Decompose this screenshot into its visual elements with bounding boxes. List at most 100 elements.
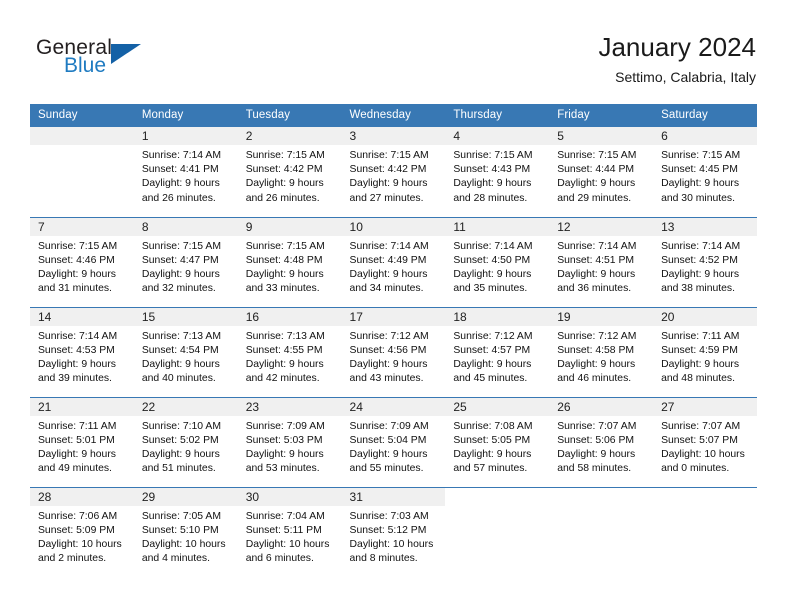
day-details: Sunrise: 7:12 AM Sunset: 4:57 PM Daylight:… [445, 326, 549, 387]
daylight-duration-line1: Daylight: 9 hours [453, 178, 532, 190]
daylight-duration-line2: and 43 minutes. [349, 373, 424, 385]
calendar-day-cell[interactable]: 20 Sunrise: 7:11 AM Sunset: 4:59 PM Dayligh… [653, 306, 757, 397]
daylight-duration-line1: Daylight: 9 hours [245, 268, 324, 280]
day-number: 24 [341, 397, 446, 416]
calendar-day-cell[interactable]: 19 Sunrise: 7:12 AM Sunset: 4:58 PM Dayligh… [549, 306, 654, 397]
calendar-day-cell[interactable]: 1 Sunrise: 7:14 AM Sunset: 4:41 PM Daylight… [133, 127, 238, 217]
sunrise-time: Sunrise: 7:15 AM [661, 150, 741, 161]
calendar-day-cell[interactable]: 16 Sunrise: 7:13 AM Sunset: 4:55 PM Dayligh… [237, 306, 342, 397]
calendar-day-cell[interactable]: 14 Sunrise: 7:14 AM Sunset: 4:53 PM Dayligh… [30, 306, 134, 397]
daylight-duration-line2: and 58 minutes. [557, 463, 632, 475]
day-details: Sunrise: 7:12 AM Sunset: 4:58 PM Daylight:… [549, 326, 653, 387]
sunset-time: Sunset: 4:45 PM [661, 164, 738, 176]
day-details: Sunrise: 7:14 AM Sunset: 4:52 PM Daylight:… [653, 236, 757, 297]
sunrise-time: Sunrise: 7:15 AM [245, 240, 325, 252]
calendar-day-cell[interactable]: 5 Sunrise: 7:15 AM Sunset: 4:44 PM Daylight… [549, 127, 654, 217]
sunset-time: Sunset: 4:58 PM [557, 344, 635, 356]
sunrise-time: Sunrise: 7:04 AM [245, 510, 325, 522]
sunrise-time: Sunrise: 7:15 AM [453, 150, 533, 161]
day-number [653, 487, 757, 506]
daylight-duration-line2: and 6 minutes. [245, 553, 314, 565]
day-number: 30 [237, 487, 342, 506]
day-details: Sunrise: 7:09 AM Sunset: 5:04 PM Daylight:… [342, 416, 446, 477]
calendar-day-cell[interactable]: 3 Sunrise: 7:15 AM Sunset: 4:42 PM Daylight… [341, 127, 446, 217]
calendar-empty-cell [549, 486, 654, 577]
calendar-day-cell[interactable]: 6 Sunrise: 7:15 AM Sunset: 4:45 PM Daylight… [653, 127, 757, 217]
day-details: Sunrise: 7:15 AM Sunset: 4:47 PM Daylight:… [134, 236, 238, 297]
sunset-time: Sunset: 4:49 PM [349, 254, 427, 266]
sunset-time: Sunset: 4:52 PM [661, 254, 738, 266]
calendar-day-cell[interactable]: 29 Sunrise: 7:05 AM Sunset: 5:10 PM Dayligh… [133, 486, 238, 577]
sunset-time: Sunset: 4:53 PM [38, 344, 115, 356]
daylight-duration-line1: Daylight: 9 hours [453, 268, 532, 280]
calendar-day-cell[interactable]: 12 Sunrise: 7:14 AM Sunset: 4:51 PM Dayligh… [549, 216, 654, 307]
day-number: 20 [653, 307, 757, 326]
day-details: Sunrise: 7:11 AM Sunset: 5:01 PM Daylight:… [30, 416, 134, 477]
daylight-duration-line1: Daylight: 9 hours [453, 448, 532, 460]
calendar-day-cell[interactable]: 27 Sunrise: 7:07 AM Sunset: 5:07 PM Dayligh… [653, 396, 757, 487]
calendar-day-cell[interactable]: 31 Sunrise: 7:03 AM Sunset: 5:12 PM Dayligh… [341, 486, 446, 577]
daylight-duration-line1: Daylight: 9 hours [245, 448, 324, 460]
calendar-day-cell[interactable]: 23 Sunrise: 7:09 AM Sunset: 5:03 PM Dayligh… [237, 396, 342, 487]
calendar-day-cell[interactable]: 22 Sunrise: 7:10 AM Sunset: 5:02 PM Dayligh… [133, 396, 238, 487]
brand-logo[interactable]: General Blue [36, 36, 216, 86]
daylight-duration-line1: Daylight: 9 hours [38, 448, 116, 460]
calendar-day-cell[interactable]: 21 Sunrise: 7:11 AM Sunset: 5:01 PM Dayligh… [30, 396, 134, 487]
daylight-duration-line2: and 28 minutes. [453, 192, 528, 204]
day-details: Sunrise: 7:03 AM Sunset: 5:12 PM Daylight:… [342, 506, 446, 567]
calendar-day-cell[interactable]: 18 Sunrise: 7:12 AM Sunset: 4:57 PM Dayligh… [445, 306, 550, 397]
day-details: Sunrise: 7:07 AM Sunset: 5:06 PM Daylight:… [549, 416, 653, 477]
sunset-time: Sunset: 5:09 PM [38, 524, 115, 536]
daylight-duration-line2: and 34 minutes. [349, 283, 424, 295]
day-details: Sunrise: 7:09 AM Sunset: 5:03 PM Daylight:… [238, 416, 342, 477]
calendar-day-cell[interactable]: 25 Sunrise: 7:08 AM Sunset: 5:05 PM Dayligh… [445, 396, 550, 487]
calendar-day-cell[interactable]: 11 Sunrise: 7:14 AM Sunset: 4:50 PM Dayligh… [445, 216, 550, 307]
page-subtitle: Settimo, Calabria, Italy [615, 69, 756, 85]
calendar-day-cell[interactable]: 13 Sunrise: 7:14 AM Sunset: 4:52 PM Dayligh… [653, 216, 757, 307]
daylight-duration-line1: Daylight: 9 hours [453, 358, 532, 370]
day-details: Sunrise: 7:11 AM Sunset: 4:59 PM Daylight:… [653, 326, 757, 387]
daylight-duration-line2: and 31 minutes. [38, 283, 112, 295]
daylight-duration-line2: and 36 minutes. [557, 283, 632, 295]
weekday-header-tuesday: Tuesday [237, 104, 342, 127]
day-number [445, 487, 550, 506]
sunrise-time: Sunrise: 7:07 AM [557, 420, 637, 432]
sunrise-time: Sunrise: 7:07 AM [661, 420, 741, 432]
calendar-day-cell[interactable]: 7 Sunrise: 7:15 AM Sunset: 4:46 PM Daylight… [30, 216, 134, 307]
calendar-day-cell[interactable]: 28 Sunrise: 7:06 AM Sunset: 5:09 PM Dayligh… [30, 486, 134, 577]
calendar-empty-cell [30, 127, 134, 217]
daylight-duration-line2: and 4 minutes. [141, 553, 211, 565]
calendar-day-cell[interactable]: 9 Sunrise: 7:15 AM Sunset: 4:48 PM Daylight… [237, 216, 342, 307]
daylight-duration-line1: Daylight: 9 hours [349, 178, 428, 190]
calendar-day-cell[interactable]: 8 Sunrise: 7:15 AM Sunset: 4:47 PM Daylight… [133, 216, 238, 307]
sunset-time: Sunset: 5:11 PM [245, 524, 322, 536]
sunrise-time: Sunrise: 7:15 AM [557, 150, 637, 161]
calendar-week-row: 7 Sunrise: 7:15 AM Sunset: 4:46 PM Daylight… [30, 216, 757, 307]
calendar-day-cell[interactable]: 10 Sunrise: 7:14 AM Sunset: 4:49 PM Dayligh… [341, 216, 446, 307]
day-number: 21 [30, 397, 134, 416]
calendar-container: Sunday Monday Tuesday Wednesday Thursday… [30, 104, 757, 577]
daylight-duration-line1: Daylight: 10 hours [245, 538, 330, 550]
calendar-day-cell[interactable]: 17 Sunrise: 7:12 AM Sunset: 4:56 PM Dayligh… [341, 306, 446, 397]
day-number: 23 [237, 397, 342, 416]
daylight-duration-line2: and 48 minutes. [661, 373, 735, 385]
calendar-day-cell[interactable]: 4 Sunrise: 7:15 AM Sunset: 4:43 PM Daylight… [445, 127, 550, 217]
sunrise-time: Sunrise: 7:14 AM [557, 240, 637, 252]
calendar-day-cell[interactable]: 24 Sunrise: 7:09 AM Sunset: 5:04 PM Dayligh… [341, 396, 446, 487]
daylight-duration-line2: and 55 minutes. [349, 463, 424, 475]
calendar-day-cell[interactable]: 2 Sunrise: 7:15 AM Sunset: 4:42 PM Daylight… [237, 127, 342, 217]
calendar-day-cell[interactable]: 15 Sunrise: 7:13 AM Sunset: 4:54 PM Dayligh… [133, 306, 238, 397]
sunset-time: Sunset: 4:50 PM [453, 254, 531, 266]
day-details: Sunrise: 7:15 AM Sunset: 4:42 PM Daylight:… [238, 145, 342, 206]
sunset-time: Sunset: 5:01 PM [38, 434, 115, 446]
calendar-day-cell[interactable]: 26 Sunrise: 7:07 AM Sunset: 5:06 PM Dayligh… [549, 396, 654, 487]
day-number: 11 [445, 217, 550, 236]
day-number: 31 [341, 487, 446, 506]
day-number: 3 [341, 127, 446, 145]
sunset-time: Sunset: 5:12 PM [349, 524, 427, 536]
daylight-duration-line2: and 39 minutes. [38, 373, 112, 385]
calendar-day-cell[interactable]: 30 Sunrise: 7:04 AM Sunset: 5:11 PM Dayligh… [237, 486, 342, 577]
sunrise-time: Sunrise: 7:11 AM [38, 420, 117, 432]
daylight-duration-line1: Daylight: 9 hours [661, 178, 740, 190]
daylight-duration-line2: and 49 minutes. [38, 463, 112, 475]
